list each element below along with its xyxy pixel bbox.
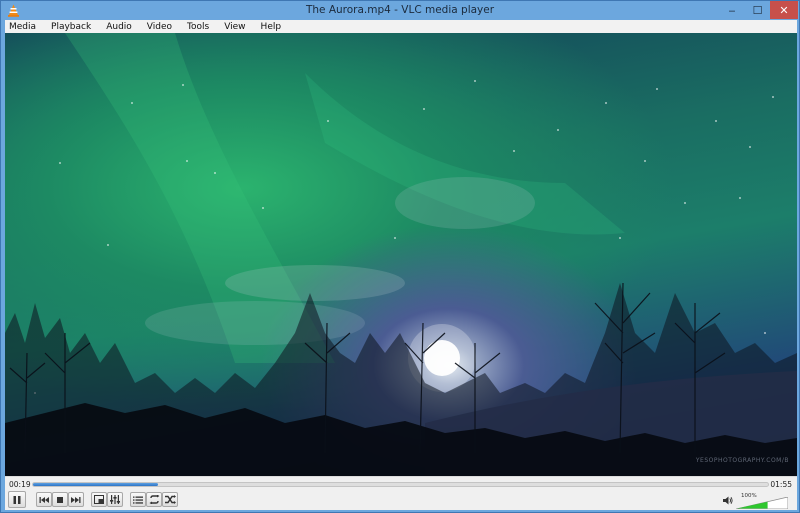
menu-bar: Media Playback Audio Video Tools View He… xyxy=(5,20,797,33)
shuffle-button[interactable] xyxy=(162,492,178,507)
fullscreen-icon xyxy=(94,495,104,504)
fullscreen-button[interactable] xyxy=(91,492,107,507)
extended-settings-button[interactable] xyxy=(107,492,123,507)
title-bar[interactable]: The Aurora.mp4 - VLC media player ‒ ☐ ✕ xyxy=(1,1,799,20)
maximize-button[interactable]: ☐ xyxy=(745,1,770,19)
pause-icon xyxy=(12,495,22,505)
window-title: The Aurora.mp4 - VLC media player xyxy=(1,4,799,16)
menu-tools[interactable]: Tools xyxy=(182,22,209,32)
control-bar: 00:19 01:55 xyxy=(5,476,797,510)
vlc-window: The Aurora.mp4 - VLC media player ‒ ☐ ✕ … xyxy=(0,0,800,513)
loop-button[interactable] xyxy=(146,492,162,507)
speaker-icon[interactable] xyxy=(723,496,733,505)
pause-button[interactable] xyxy=(8,491,26,508)
previous-button[interactable] xyxy=(36,492,52,507)
video-area[interactable]: YESOPHOTOGRAPHY.COM/B xyxy=(5,33,797,476)
shuffle-icon xyxy=(165,495,176,504)
skip-forward-icon xyxy=(71,496,81,504)
loop-icon xyxy=(149,495,160,504)
next-button[interactable] xyxy=(68,492,84,507)
menu-playback[interactable]: Playback xyxy=(46,22,91,32)
menu-media[interactable]: Media xyxy=(5,22,36,32)
video-watermark: YESOPHOTOGRAPHY.COM/B xyxy=(696,457,789,464)
minimize-button[interactable]: ‒ xyxy=(719,1,745,19)
close-button[interactable]: ✕ xyxy=(770,1,798,19)
playlist-icon xyxy=(133,496,143,504)
menu-audio[interactable]: Audio xyxy=(101,22,132,32)
menu-view[interactable]: View xyxy=(219,22,245,32)
equalizer-icon xyxy=(110,495,120,504)
stop-button[interactable] xyxy=(52,492,68,507)
skip-back-icon xyxy=(39,496,49,504)
playlist-button[interactable] xyxy=(130,492,146,507)
seek-bar[interactable] xyxy=(32,482,769,487)
menu-help[interactable]: Help xyxy=(256,22,282,32)
total-time[interactable]: 01:55 xyxy=(770,480,792,489)
menu-video[interactable]: Video xyxy=(142,22,172,32)
stop-icon xyxy=(56,496,64,504)
seek-progress xyxy=(33,483,158,486)
aurora-scene xyxy=(5,33,797,476)
volume-slider[interactable] xyxy=(736,497,788,509)
elapsed-time[interactable]: 00:19 xyxy=(9,480,31,489)
